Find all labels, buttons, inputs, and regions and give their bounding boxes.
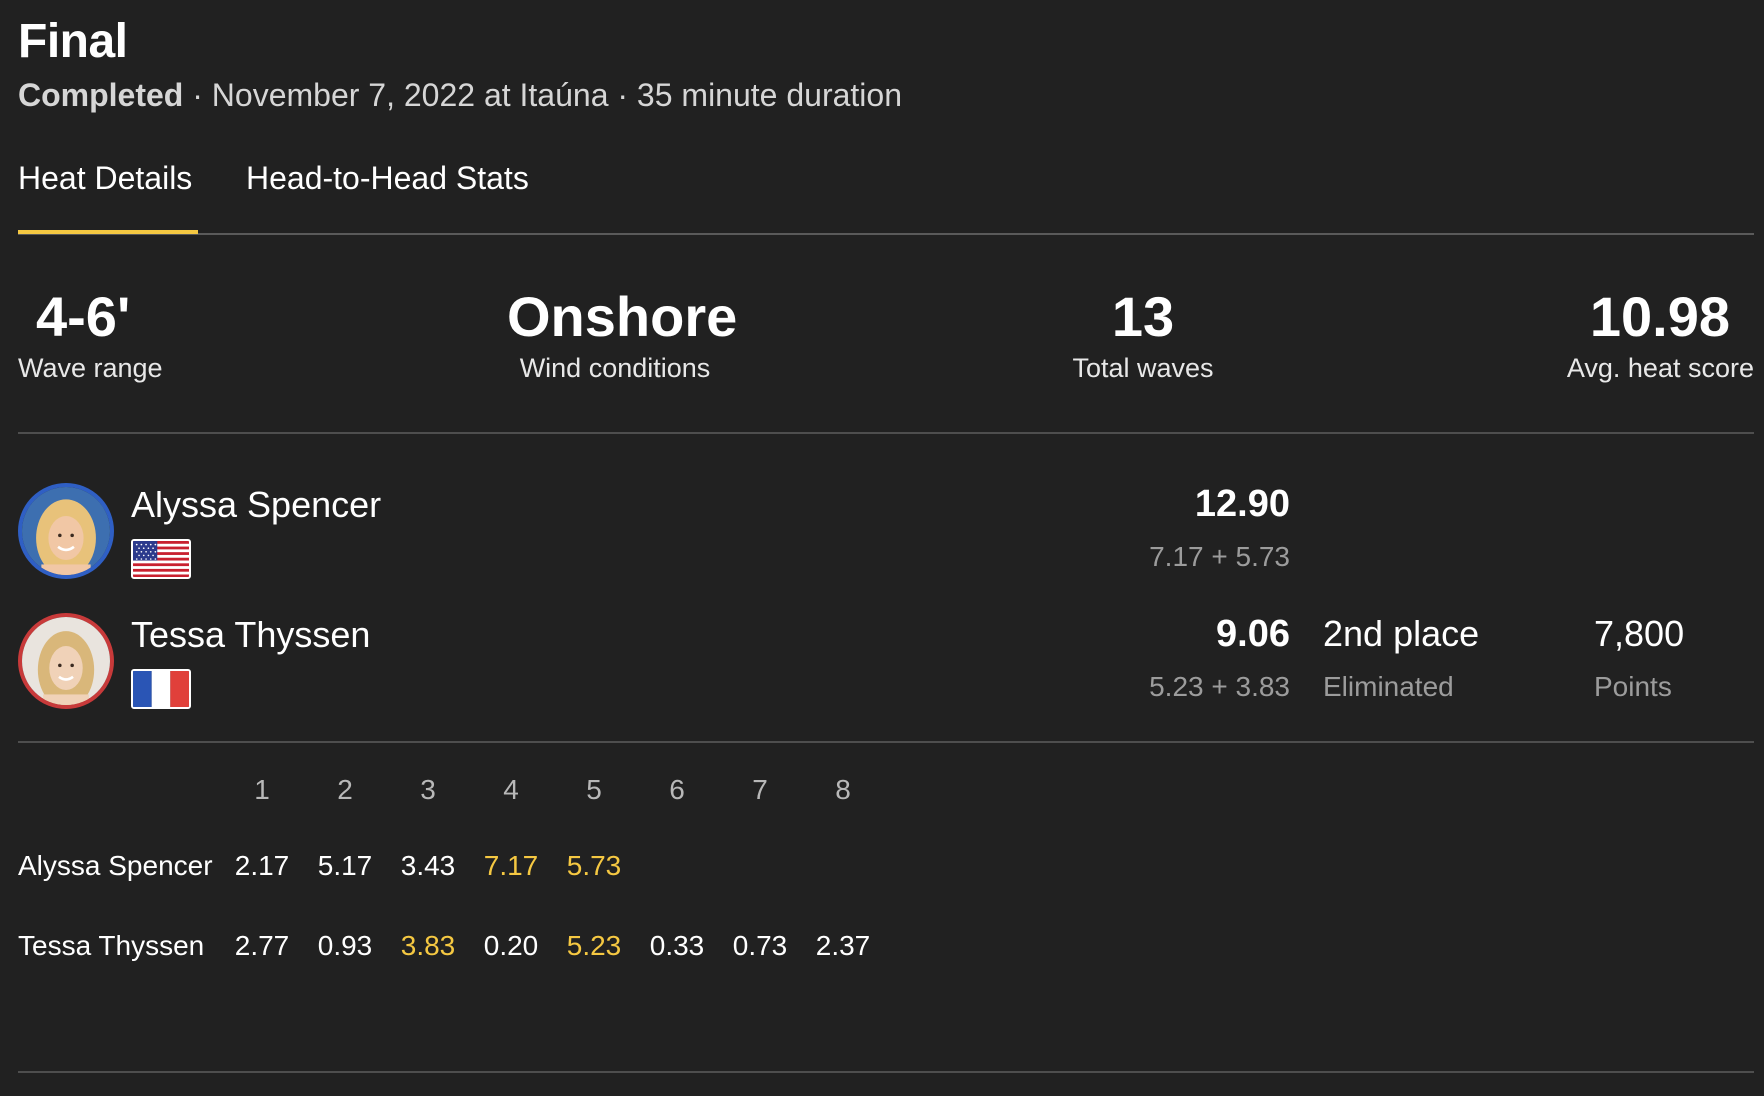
stat-wave-range: 4-6' Wave range <box>18 285 163 384</box>
section-divider <box>18 432 1754 434</box>
stat-wind-conditions: Onshore Wind conditions <box>507 285 738 384</box>
stat-value: 13 <box>1111 285 1175 348</box>
athlete-total-score: 12.90 <box>1194 483 1290 525</box>
subtitle-separator: · <box>183 77 212 113</box>
wave-score-cell[interactable]: 3.43 <box>393 850 463 882</box>
stat-value: Onshore <box>507 285 738 348</box>
tab-bar: Heat Details Head-to-Head Stats <box>18 160 1754 236</box>
wave-score-cell[interactable]: 0.73 <box>725 930 795 962</box>
athlete-place: 2nd place <box>1323 613 1480 654</box>
france-flag-icon <box>131 669 191 709</box>
heat-status: Completed <box>18 77 184 113</box>
wave-score-cell[interactable]: 0.33 <box>642 930 712 962</box>
wave-number-header: 4 <box>503 774 519 805</box>
tab-head-to-head-stats[interactable]: Head-to-Head Stats <box>246 160 529 234</box>
heat-details-text: November 7, 2022 at Itaúna · 35 minute d… <box>211 77 902 113</box>
athlete-score-breakdown: 5.23 + 3.83 <box>1149 671 1290 702</box>
athlete-row[interactable]: Tessa Thyssen 9.06 5.23 + 3.83 2nd place… <box>18 613 1754 723</box>
athlete-row[interactable]: Alyssa Spencer 12.90 7.17 + 5.73 <box>18 483 1754 593</box>
wave-score-cell[interactable]: 7.17 <box>476 850 546 882</box>
stat-total-waves: 13 Total waves <box>1068 285 1218 384</box>
section-divider <box>18 1071 1754 1073</box>
athlete-name[interactable]: Tessa Thyssen <box>131 614 370 656</box>
avatar[interactable] <box>18 613 114 709</box>
wave-row-athlete-name: Alyssa Spencer <box>18 850 213 881</box>
active-tab-indicator <box>18 230 198 234</box>
stat-label: Wind conditions <box>519 353 711 383</box>
stat-avg-heat-score: 10.98 Avg. heat score <box>1567 285 1754 384</box>
athlete-score-breakdown: 7.17 + 5.73 <box>1149 541 1290 572</box>
tab-heat-details[interactable]: Heat Details <box>18 160 198 234</box>
heat-details-page: Final Completed · November 7, 2022 at It… <box>0 0 1764 1096</box>
wave-score-cell[interactable]: 2.17 <box>227 850 297 882</box>
wave-score-cell[interactable]: 2.37 <box>808 930 878 962</box>
wave-score-cell[interactable]: 0.20 <box>476 930 546 962</box>
stat-label: Wave range <box>18 353 163 383</box>
avatar[interactable] <box>18 483 114 579</box>
stat-label: Avg. heat score <box>1566 353 1754 383</box>
heat-subtitle: Completed · November 7, 2022 at Itaúna ·… <box>18 77 902 114</box>
athlete-place-status: Eliminated <box>1323 671 1454 702</box>
wave-score-cell[interactable]: 3.83 <box>393 930 463 962</box>
athlete-photo-icon <box>22 487 110 575</box>
athlete-points: 7,800 <box>1594 613 1685 654</box>
wave-number-header: 5 <box>586 774 602 805</box>
wave-score-cell[interactable]: 0.93 <box>310 930 380 962</box>
athlete-total-score: 9.06 <box>1216 613 1290 655</box>
stat-label: Total waves <box>1072 353 1214 383</box>
wave-number-header: 1 <box>254 774 270 805</box>
usa-flag-icon <box>131 539 191 579</box>
wave-row-athlete-name: Tessa Thyssen <box>18 930 205 961</box>
athlete-photo-icon <box>22 617 110 705</box>
wave-number-header: 7 <box>752 774 768 805</box>
wave-score-cell[interactable]: 5.23 <box>559 930 629 962</box>
wave-number-header: 8 <box>835 774 851 805</box>
wave-score-cell[interactable]: 5.73 <box>559 850 629 882</box>
section-divider <box>18 741 1754 743</box>
stat-value: 4-6' <box>36 285 131 348</box>
page-title: Final <box>18 15 128 68</box>
stat-value: 10.98 <box>1589 285 1730 348</box>
wave-number-header: 6 <box>669 774 685 805</box>
tabs-divider <box>18 233 1754 235</box>
wave-number-header: 3 <box>420 774 436 805</box>
wave-number-header: 2 <box>337 774 353 805</box>
athlete-points-label: Points <box>1594 671 1672 702</box>
wave-score-cell[interactable]: 2.77 <box>227 930 297 962</box>
athlete-name[interactable]: Alyssa Spencer <box>131 484 381 526</box>
wave-score-cell[interactable]: 5.17 <box>310 850 380 882</box>
